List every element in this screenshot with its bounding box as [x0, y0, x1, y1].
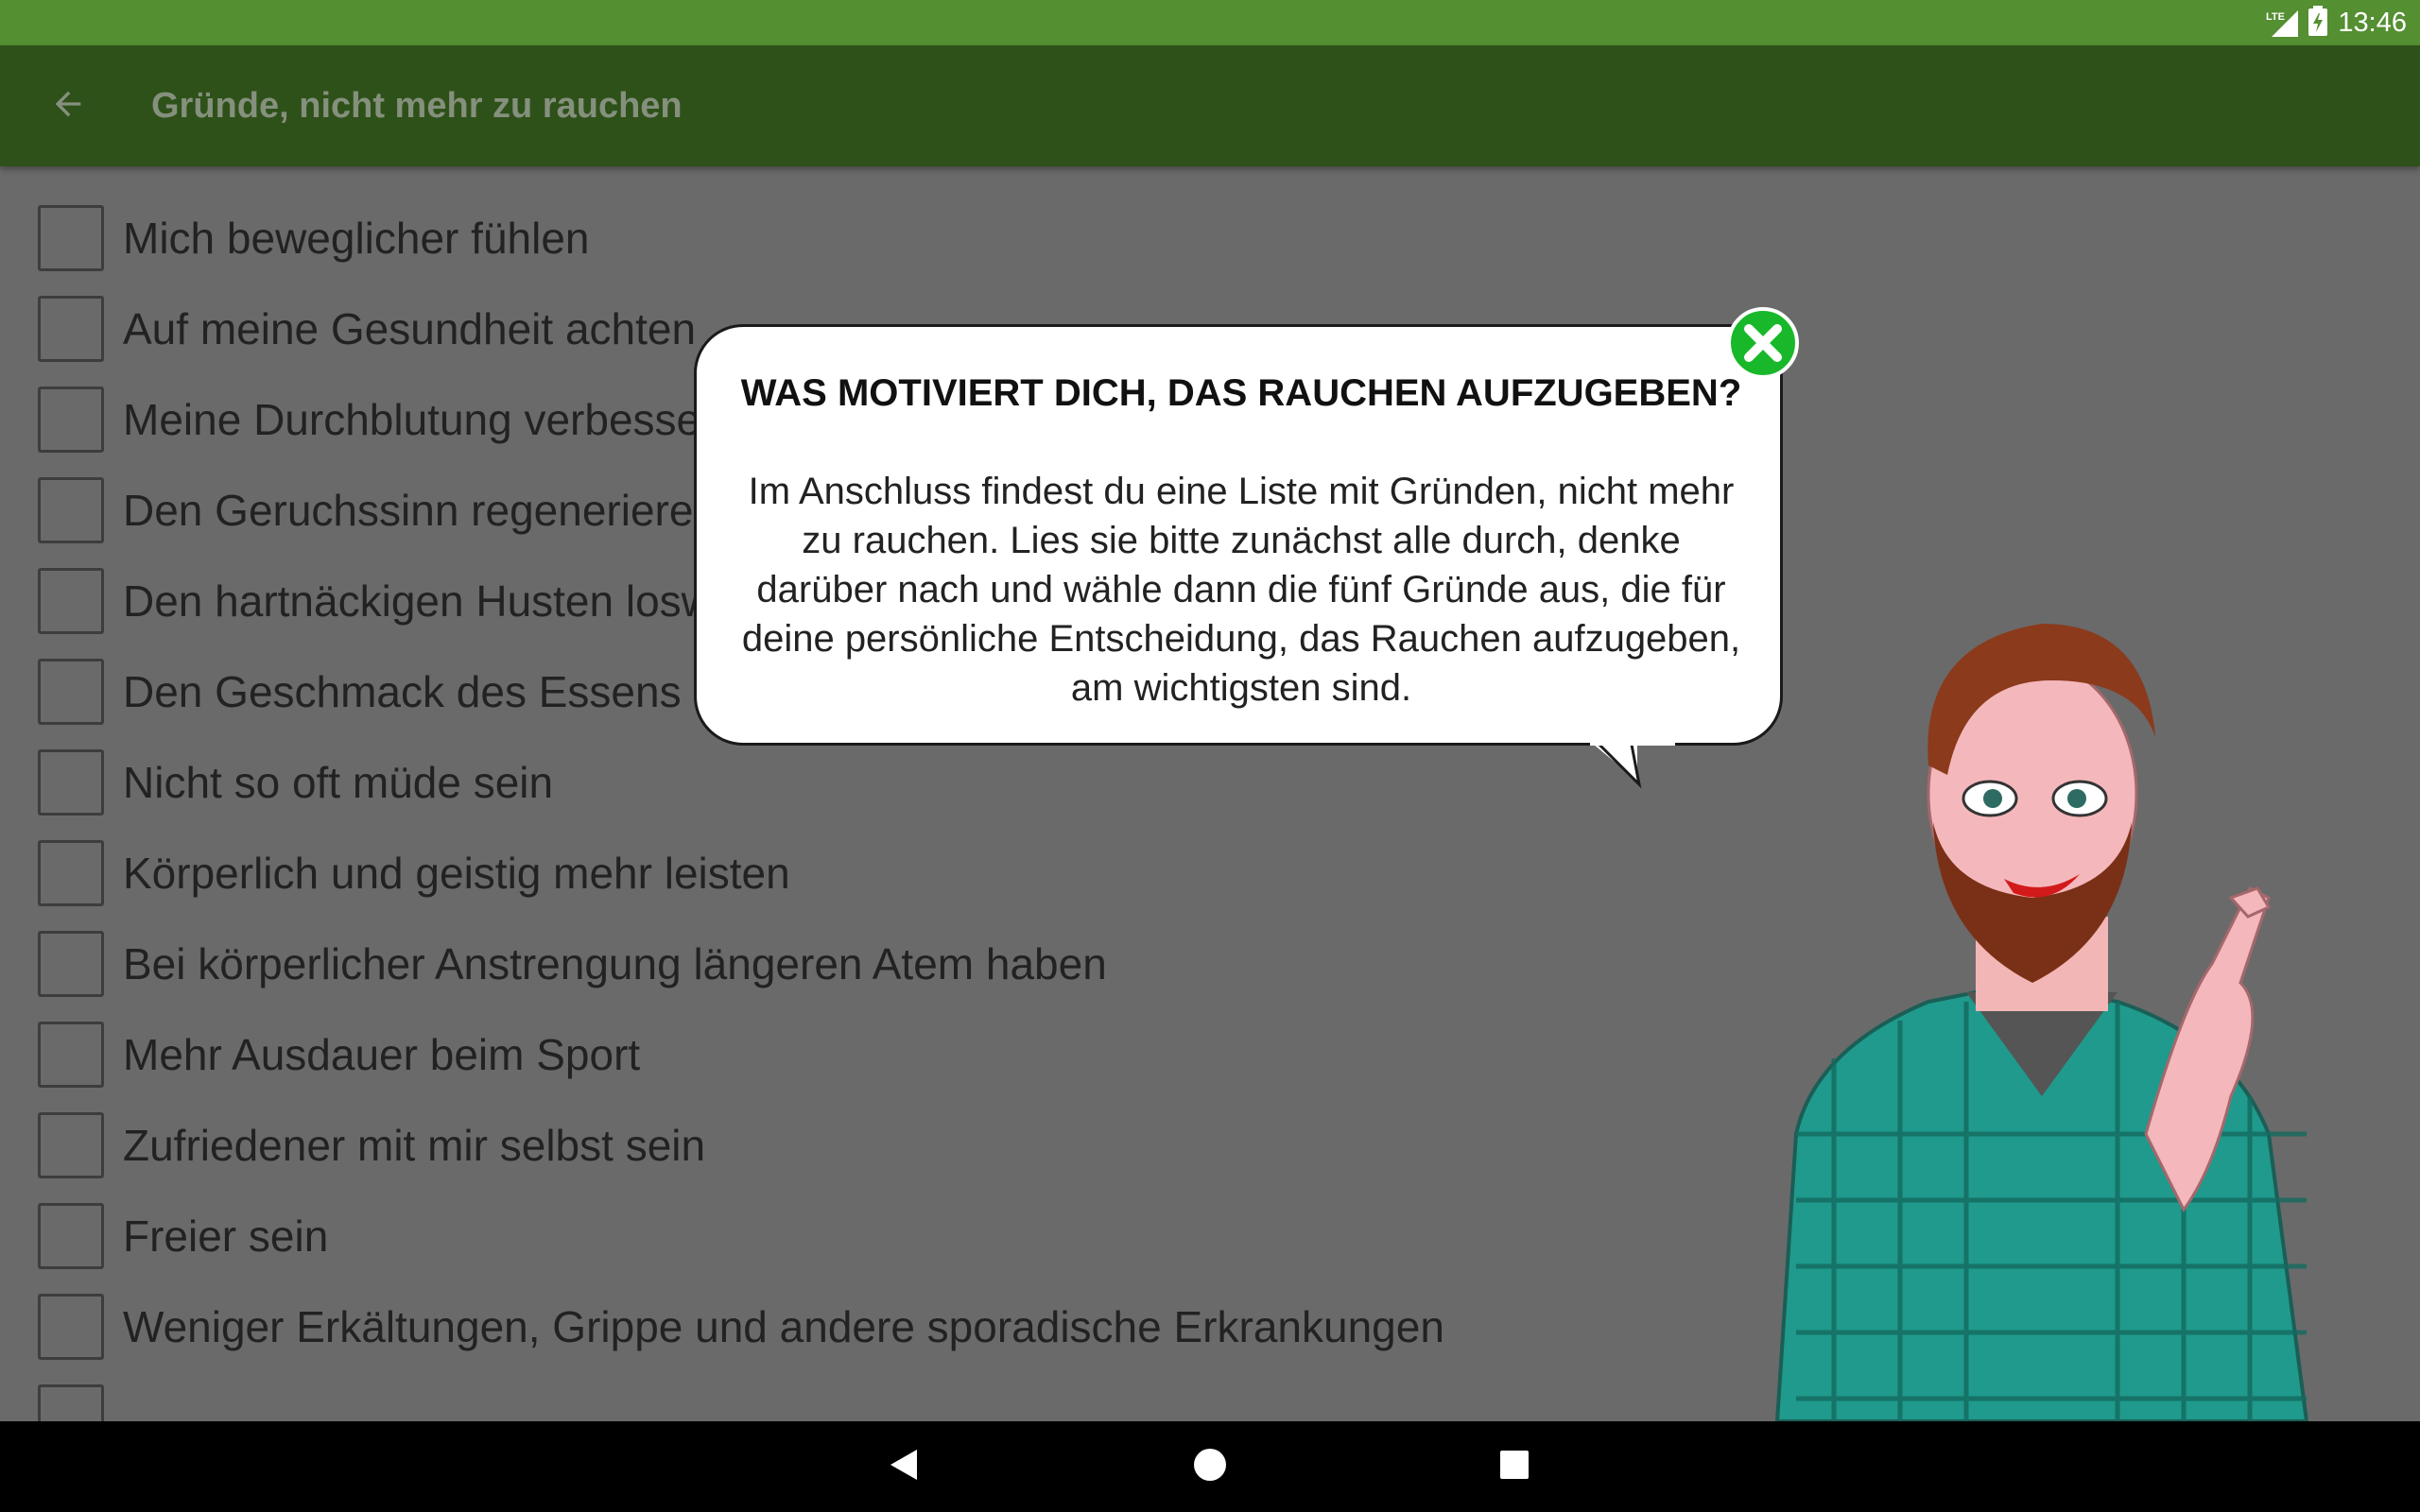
battery-icon: [2308, 5, 2328, 41]
list-item[interactable]: Auf meine Gesundheit achten: [38, 295, 696, 363]
reason-label: Weniger Erkältungen, Grippe und andere s…: [123, 1302, 1444, 1351]
list-item[interactable]: Freier sein: [38, 1202, 328, 1270]
reason-checkbox[interactable]: [38, 749, 104, 816]
reason-checkbox[interactable]: [38, 1294, 104, 1360]
list-item[interactable]: Zufriedener mit mir selbst sein: [38, 1111, 705, 1179]
list-item-partial[interactable]: [38, 1383, 104, 1421]
back-button[interactable]: [42, 79, 95, 132]
navigation-bar: [0, 1421, 2420, 1512]
reason-checkbox[interactable]: [38, 477, 104, 543]
reason-label: Auf meine Gesundheit achten: [123, 304, 697, 353]
page-title: Gründe, nicht mehr zu rauchen: [151, 86, 683, 126]
reason-checkbox[interactable]: [38, 659, 104, 725]
list-item[interactable]: Den Geruchssinn regenerieren: [38, 476, 717, 544]
reason-label: Freier sein: [123, 1211, 329, 1261]
arrow-left-icon: [49, 85, 87, 128]
reason-label: Körperlich und geistig mehr leisten: [123, 849, 790, 898]
list-item[interactable]: Mich beweglicher fühlen: [38, 204, 590, 272]
reason-label: Bei körperlicher Anstrengung längeren At…: [123, 939, 1107, 988]
reason-label: Mich beweglicher fühlen: [123, 214, 590, 263]
motivation-popup: WAS MOTIVIERT DICH, DAS RAUCHEN AUFZUGEB…: [694, 324, 1783, 746]
nav-recents-button[interactable]: [1484, 1436, 1545, 1497]
reason-checkbox[interactable]: [38, 840, 104, 906]
list-item[interactable]: Körperlich und geistig mehr leisten: [38, 839, 790, 907]
reason-checkbox[interactable]: [38, 1203, 104, 1269]
mascot-illustration: [1739, 605, 2344, 1423]
reason-checkbox[interactable]: [38, 931, 104, 997]
app-bar: Gründe, nicht mehr zu rauchen: [0, 45, 2420, 166]
popup-body: Im Anschluss findest du eine Liste mit G…: [741, 471, 1741, 709]
nav-home-button[interactable]: [1180, 1436, 1240, 1497]
square-recents-icon: [1495, 1446, 1533, 1488]
list-item[interactable]: Mehr Ausdauer beim Sport: [38, 1021, 640, 1089]
reason-checkbox[interactable]: [38, 1112, 104, 1178]
close-popup-button[interactable]: [1726, 306, 1800, 380]
network-label: LTE: [2266, 11, 2285, 23]
reason-label: Zufriedener mit mir selbst sein: [123, 1121, 706, 1170]
reason-label: Mehr Ausdauer beim Sport: [123, 1030, 641, 1079]
status-time: 13:46: [2338, 7, 2407, 38]
reason-checkbox[interactable]: [38, 387, 104, 453]
popup-title: WAS MOTIVIERT DICH, DAS RAUCHEN AUFZUGEB…: [740, 372, 1742, 414]
close-circle-icon: [1726, 307, 1800, 384]
reason-label: Meine Durchblutung verbessern: [123, 395, 740, 444]
list-item[interactable]: Weniger Erkältungen, Grippe und andere s…: [38, 1293, 1444, 1361]
reason-label: Den Geruchssinn regenerieren: [123, 486, 718, 535]
status-icons: LTE 13:46: [2266, 0, 2407, 45]
status-bar: LTE 13:46: [0, 0, 2420, 45]
signal-icon: LTE: [2266, 9, 2299, 37]
list-item[interactable]: Bei körperlicher Anstrengung längeren At…: [38, 930, 1107, 998]
list-item[interactable]: Nicht so oft müde sein: [38, 748, 553, 816]
reason-checkbox[interactable]: [38, 1022, 104, 1088]
circle-home-icon: [1191, 1446, 1229, 1488]
reason-checkbox[interactable]: [38, 296, 104, 362]
nav-back-button[interactable]: [873, 1436, 934, 1497]
reason-checkbox[interactable]: [38, 568, 104, 634]
reason-label: Nicht so oft müde sein: [123, 758, 554, 807]
speech-bubble-tail: [1590, 737, 1675, 789]
reason-checkbox[interactable]: [38, 205, 104, 271]
triangle-back-icon: [885, 1446, 923, 1488]
reason-checkbox[interactable]: [38, 1384, 104, 1421]
list-item[interactable]: Meine Durchblutung verbessern: [38, 386, 739, 454]
